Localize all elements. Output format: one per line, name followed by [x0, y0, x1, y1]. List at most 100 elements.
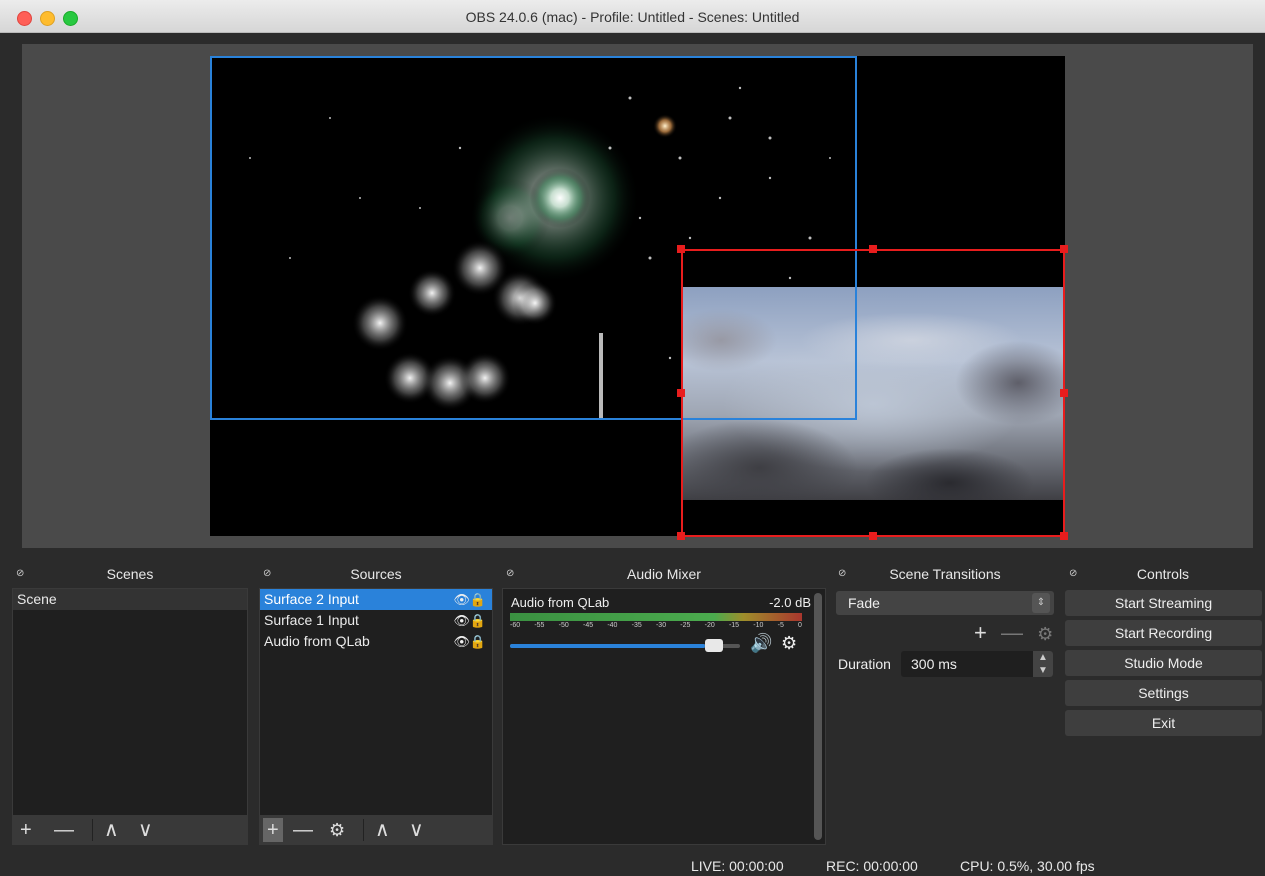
- clouds-source-image[interactable]: [683, 287, 1064, 500]
- start-streaming-button[interactable]: Start Streaming: [1065, 590, 1262, 616]
- scenes-dock-header: ⊘ Scenes: [10, 563, 250, 585]
- sources-dock: ⊘ Sources Surface 2 Input 👁 🔒 Surface 1 …: [257, 563, 495, 845]
- duration-label: Duration: [838, 656, 891, 672]
- resize-handle[interactable]: [677, 532, 685, 540]
- toolbar-separator: [363, 819, 364, 841]
- window-title: OBS 24.0.6 (mac) - Profile: Untitled - S…: [465, 9, 800, 25]
- resize-handle[interactable]: [869, 245, 877, 253]
- scale-tick: -15: [728, 622, 740, 629]
- scene-transitions-dock-header: ⊘ Scene Transitions: [832, 563, 1058, 585]
- sources-toolbar: + — ⚙ ∧ ∨: [259, 815, 493, 845]
- scene-item[interactable]: Scene: [13, 589, 247, 610]
- toolbar-separator: [92, 819, 93, 841]
- dock-float-icon[interactable]: ⊘: [16, 563, 24, 585]
- preview-canvas[interactable]: [210, 56, 1065, 536]
- maximize-window-button[interactable]: [63, 11, 78, 26]
- scenes-list[interactable]: Scene: [12, 588, 248, 845]
- move-scene-up-button[interactable]: ∧: [104, 818, 119, 842]
- mixer-scrollbar[interactable]: [814, 593, 822, 840]
- scale-tick: -30: [655, 622, 667, 629]
- source-item[interactable]: Surface 1 Input 👁 🔒: [260, 610, 492, 631]
- chevron-updown-icon: ⇕: [1032, 593, 1050, 613]
- source-properties-button[interactable]: ⚙: [329, 818, 345, 842]
- source-item[interactable]: Surface 2 Input 👁 🔒: [260, 589, 492, 610]
- sources-list[interactable]: Surface 2 Input 👁 🔒 Surface 1 Input 👁 🔒 …: [259, 588, 493, 845]
- transition-select[interactable]: Fade ⇕: [836, 591, 1054, 615]
- resize-handle[interactable]: [1060, 532, 1068, 540]
- transition-select-value: Fade: [848, 595, 880, 611]
- audio-track-level: -2.0 dB: [769, 595, 811, 610]
- scene-item-label: Scene: [17, 591, 57, 607]
- dock-float-icon[interactable]: ⊘: [1069, 563, 1077, 585]
- controls-dock-header: ⊘ Controls: [1063, 563, 1263, 585]
- audio-mixer-dock-header: ⊘ Audio Mixer: [500, 563, 828, 585]
- scene-transitions-dock-title: Scene Transitions: [889, 566, 1001, 582]
- scenes-toolbar: + — ∧ ∨: [12, 815, 248, 845]
- scale-tick: -10: [753, 622, 764, 629]
- sources-dock-header: ⊘ Sources: [257, 563, 495, 585]
- move-source-up-button[interactable]: ∧: [375, 818, 390, 842]
- transition-settings-button[interactable]: ⚙: [1037, 624, 1053, 644]
- resize-handle[interactable]: [677, 389, 685, 397]
- scale-tick: -35: [631, 622, 642, 629]
- volume-slider-fill: [510, 644, 705, 648]
- scale-tick: -55: [534, 622, 545, 629]
- scale-tick: -25: [680, 622, 691, 629]
- scale-tick: 0: [798, 622, 802, 629]
- live-status: LIVE: 00:00:00: [691, 858, 784, 874]
- speaker-icon[interactable]: 🔊: [750, 633, 772, 654]
- exit-button[interactable]: Exit: [1065, 710, 1262, 736]
- remove-scene-button[interactable]: —: [54, 818, 74, 842]
- settings-button[interactable]: Settings: [1065, 680, 1262, 706]
- move-source-down-button[interactable]: ∨: [409, 818, 424, 842]
- audio-mixer-dock: ⊘ Audio Mixer Audio from QLab -2.0 dB -6…: [500, 563, 828, 845]
- gear-icon[interactable]: ⚙: [781, 633, 797, 654]
- source-item-label: Audio from QLab: [264, 633, 370, 649]
- dock-float-icon[interactable]: ⊘: [838, 563, 846, 585]
- add-source-button[interactable]: +: [263, 818, 283, 842]
- visibility-eye-icon[interactable]: 👁: [453, 631, 470, 652]
- dock-float-icon[interactable]: ⊘: [263, 563, 271, 585]
- duration-field[interactable]: 300 ms ▲ ▼: [901, 651, 1053, 677]
- dock-float-icon[interactable]: ⊘: [506, 563, 514, 585]
- add-transition-button[interactable]: +: [974, 620, 987, 645]
- remove-source-button[interactable]: —: [293, 818, 313, 842]
- lock-icon[interactable]: 🔒: [470, 589, 486, 610]
- resize-handle[interactable]: [869, 532, 877, 540]
- move-scene-down-button[interactable]: ∨: [138, 818, 153, 842]
- remove-transition-button[interactable]: —: [1001, 620, 1023, 645]
- audio-mixer-dock-title: Audio Mixer: [627, 566, 701, 582]
- source-item-label: Surface 2 Input: [264, 591, 359, 607]
- volume-meter: [510, 613, 802, 621]
- resize-handle[interactable]: [1060, 389, 1068, 397]
- lock-icon[interactable]: 🔒: [470, 631, 486, 652]
- visibility-eye-icon[interactable]: 👁: [453, 589, 470, 610]
- scale-tick: -60: [510, 622, 521, 629]
- scale-tick: -20: [704, 622, 715, 629]
- add-scene-button[interactable]: +: [20, 818, 32, 842]
- studio-mode-button[interactable]: Studio Mode: [1065, 650, 1262, 676]
- title-bar: OBS 24.0.6 (mac) - Profile: Untitled - S…: [0, 0, 1265, 33]
- close-window-button[interactable]: [17, 11, 32, 26]
- resize-handle[interactable]: [677, 245, 685, 253]
- scale-tick: -45: [582, 622, 594, 629]
- volume-slider-handle[interactable]: [705, 639, 723, 652]
- lock-icon[interactable]: 🔒: [470, 610, 486, 631]
- audio-mixer-panel: Audio from QLab -2.0 dB -60 -55 -50 -45 …: [502, 588, 826, 845]
- scale-tick: -40: [607, 622, 618, 629]
- transition-actions: + — ⚙: [966, 620, 1053, 646]
- volume-meter-scale: -60 -55 -50 -45 -40 -35 -30 -25 -20 -15 …: [510, 622, 802, 629]
- duration-stepper[interactable]: ▲ ▼: [1033, 651, 1053, 677]
- scale-tick: -5: [777, 622, 784, 629]
- start-recording-button[interactable]: Start Recording: [1065, 620, 1262, 646]
- source-item[interactable]: Audio from QLab 👁 🔒: [260, 631, 492, 652]
- minimize-window-button[interactable]: [40, 11, 55, 26]
- controls-dock-title: Controls: [1136, 566, 1190, 582]
- scenes-dock: ⊘ Scenes Scene + — ∧ ∨: [10, 563, 250, 845]
- volume-slider[interactable]: [510, 639, 740, 652]
- resize-handle[interactable]: [1060, 245, 1068, 253]
- scale-tick: -50: [558, 622, 569, 629]
- sources-dock-title: Sources: [350, 566, 402, 582]
- visibility-eye-icon[interactable]: 👁: [453, 610, 470, 631]
- source-item-label: Surface 1 Input: [264, 612, 359, 628]
